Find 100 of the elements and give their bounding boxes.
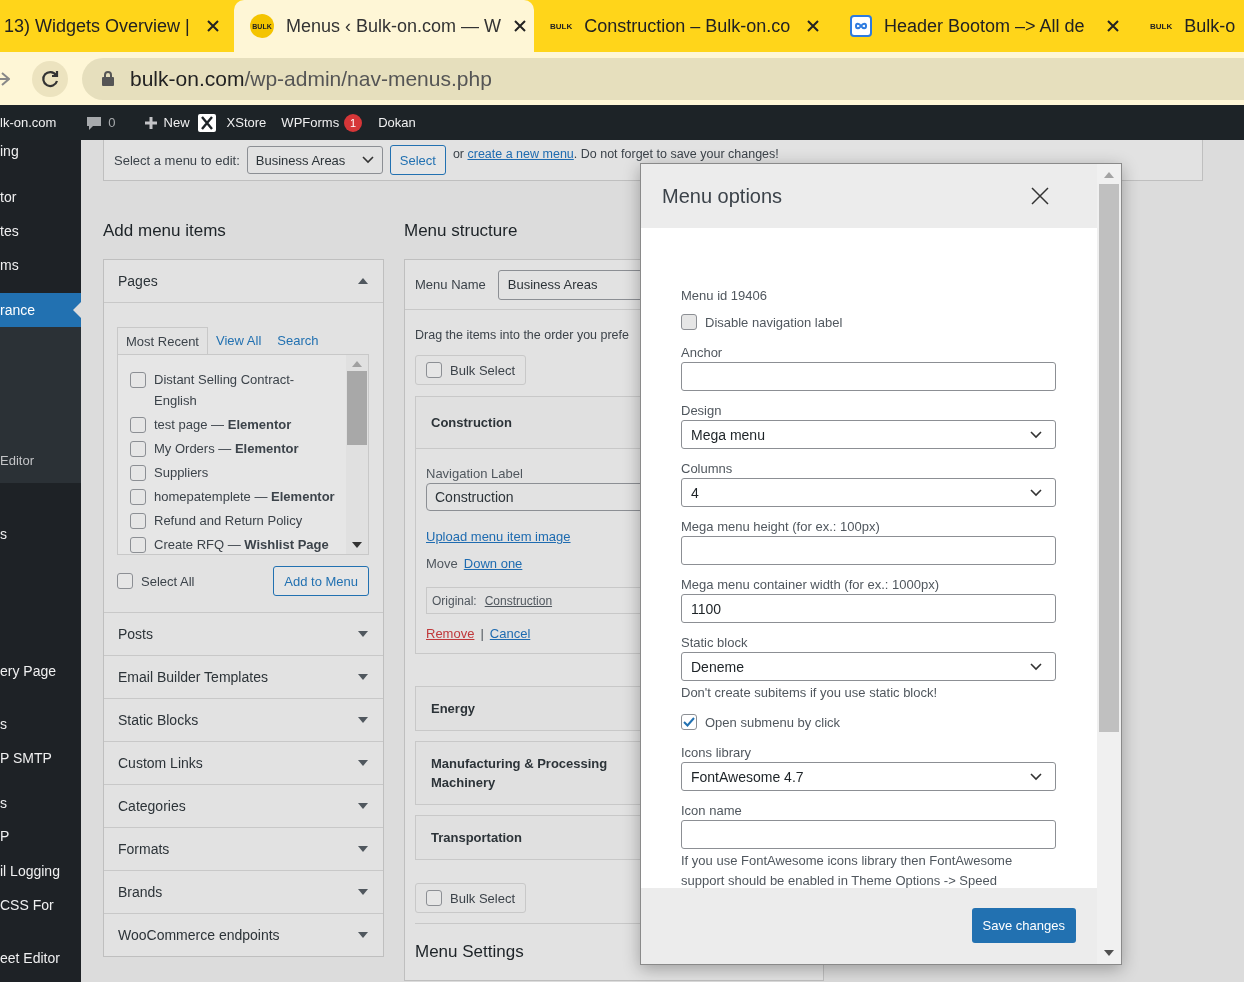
sidebar-item[interactable]: il Logging xyxy=(0,861,81,881)
checkbox[interactable] xyxy=(130,372,146,388)
x-logo-icon[interactable] xyxy=(197,113,216,132)
close-icon[interactable] xyxy=(513,19,528,33)
checkbox-label: Disable navigation label xyxy=(705,314,843,330)
chevron-down-icon xyxy=(1030,488,1042,497)
menu-dropdown[interactable]: Business Areas xyxy=(246,146,383,174)
expand-triangle-icon xyxy=(358,717,368,723)
sidebar-item[interactable]: tes xyxy=(0,221,81,241)
close-icon[interactable] xyxy=(1031,187,1049,205)
browser-tab[interactable]: 13) Widgets Overview | xyxy=(0,0,234,52)
dropdown[interactable]: FontAwesome 4.7 xyxy=(681,762,1056,791)
upload-image-link[interactable]: Upload menu item image xyxy=(426,529,571,544)
input-field[interactable] xyxy=(681,820,1056,849)
field-label: Design xyxy=(681,402,723,420)
original-link[interactable]: Construction xyxy=(484,593,553,608)
browser-tab[interactable]: BULK Construction – Bulk-on.co xyxy=(534,0,834,52)
create-menu-link[interactable]: create a new menu xyxy=(467,147,574,161)
checkbox[interactable] xyxy=(130,513,146,529)
scrollbar[interactable] xyxy=(346,355,368,554)
accordion-header[interactable]: Pages xyxy=(104,260,383,303)
sidebar-item[interactable]: rance xyxy=(0,293,81,327)
accordion-header[interactable]: Categories xyxy=(104,784,383,827)
scroll-down-arrow-icon[interactable] xyxy=(352,542,362,548)
sidebar-item[interactable]: P SMTP xyxy=(0,748,81,768)
select-button[interactable]: Select xyxy=(389,145,446,175)
page-label: Suppliers xyxy=(154,464,209,482)
scroll-down-arrow-icon[interactable] xyxy=(1104,950,1114,956)
browser-tab[interactable]: Header Bootom –> All de xyxy=(834,0,1134,52)
close-icon[interactable] xyxy=(1106,19,1120,33)
chevron-down-icon xyxy=(361,156,374,164)
reload-button[interactable] xyxy=(32,60,68,97)
move-down-link[interactable]: Down one xyxy=(463,556,523,571)
sidebar-item[interactable]: ing xyxy=(0,141,81,161)
back-arrow-icon[interactable] xyxy=(0,69,10,88)
sidebar-item[interactable]: s xyxy=(0,714,81,734)
close-icon[interactable] xyxy=(806,19,820,33)
sidebar-item[interactable]: tor xyxy=(0,187,81,207)
submenu-item[interactable]: Editor xyxy=(0,451,81,471)
checkbox[interactable] xyxy=(681,714,697,730)
accordion-header[interactable]: Email Builder Templates xyxy=(104,655,383,698)
reload-icon xyxy=(40,68,60,89)
checkbox[interactable] xyxy=(130,417,146,433)
accordion-header[interactable]: Posts xyxy=(104,612,383,655)
comment-count[interactable]: 0 xyxy=(108,115,116,130)
remove-link[interactable]: Remove xyxy=(426,626,475,641)
sidebar-item[interactable]: s xyxy=(0,793,81,813)
pages-tab[interactable]: Search xyxy=(269,327,327,354)
field-label: Anchor xyxy=(681,344,724,362)
checkbox[interactable] xyxy=(130,441,146,457)
pages-tab[interactable]: View All xyxy=(208,327,270,354)
scrollbar[interactable] xyxy=(1097,164,1121,964)
sidebar-item[interactable]: ms xyxy=(0,255,81,275)
field-label: Icons library xyxy=(681,744,753,762)
comment-icon[interactable] xyxy=(86,114,103,131)
wpforms-link[interactable]: WPForms xyxy=(281,115,340,130)
address-bar[interactable]: bulk-on.com/wp-admin/nav-menus.php xyxy=(82,57,1244,100)
accordion-header[interactable]: WooCommerce endpoints xyxy=(104,913,383,956)
bulk-select-button[interactable]: Bulk Select xyxy=(415,883,527,913)
input-field[interactable] xyxy=(681,362,1056,391)
pages-tab[interactable]: Most Recent xyxy=(117,327,208,354)
sidebar-item[interactable]: P xyxy=(0,826,81,846)
checkbox[interactable] xyxy=(117,573,133,589)
save-changes-button[interactable]: Save changes xyxy=(971,908,1076,943)
input-field[interactable]: 1100 xyxy=(681,594,1056,623)
page-label: test page — Elementor xyxy=(154,416,292,434)
sidebar-item[interactable]: CSS For xyxy=(0,895,81,915)
bulk-select-button[interactable]: Bulk Select xyxy=(415,355,527,385)
dropdown[interactable]: Deneme xyxy=(681,652,1056,681)
dropdown[interactable]: 4 xyxy=(681,478,1056,507)
page-label: Refund and Return Policy xyxy=(154,512,303,530)
scroll-up-arrow-icon[interactable] xyxy=(1104,172,1114,178)
lock-icon xyxy=(102,71,114,86)
new-link[interactable]: New xyxy=(163,115,190,130)
expand-triangle-icon xyxy=(358,760,368,766)
checkbox[interactable] xyxy=(130,537,146,553)
sidebar-item[interactable]: s xyxy=(0,524,81,544)
accordion-header[interactable]: Brands xyxy=(104,870,383,913)
accordion-header[interactable]: Formats xyxy=(104,827,383,870)
dropdown[interactable]: Mega menu xyxy=(681,420,1056,449)
menu-name-label: Menu Name xyxy=(415,277,486,292)
sidebar-item[interactable]: ery Page xyxy=(0,661,81,681)
checkbox[interactable] xyxy=(681,314,697,330)
xstore-link[interactable]: XStore xyxy=(226,115,267,130)
close-icon[interactable] xyxy=(206,19,220,33)
add-to-menu-button[interactable]: Add to Menu xyxy=(273,566,369,596)
expand-triangle-icon xyxy=(358,932,368,938)
cancel-link[interactable]: Cancel xyxy=(489,626,531,641)
site-name-link[interactable]: lk-on.com xyxy=(0,115,57,130)
sidebar-item[interactable]: eet Editor xyxy=(0,948,81,968)
checkbox[interactable] xyxy=(130,465,146,481)
dokan-link[interactable]: Dokan xyxy=(378,115,416,130)
accordion-header[interactable]: Static Blocks xyxy=(104,698,383,741)
page-label: homepatemplete — Elementor xyxy=(154,488,335,506)
scroll-up-arrow-icon[interactable] xyxy=(352,361,362,367)
browser-tab[interactable]: BULK Bulk-o xyxy=(1134,0,1244,52)
checkbox[interactable] xyxy=(130,489,146,505)
plus-icon[interactable] xyxy=(143,115,158,130)
accordion-header[interactable]: Custom Links xyxy=(104,741,383,784)
input-field[interactable] xyxy=(681,536,1056,565)
